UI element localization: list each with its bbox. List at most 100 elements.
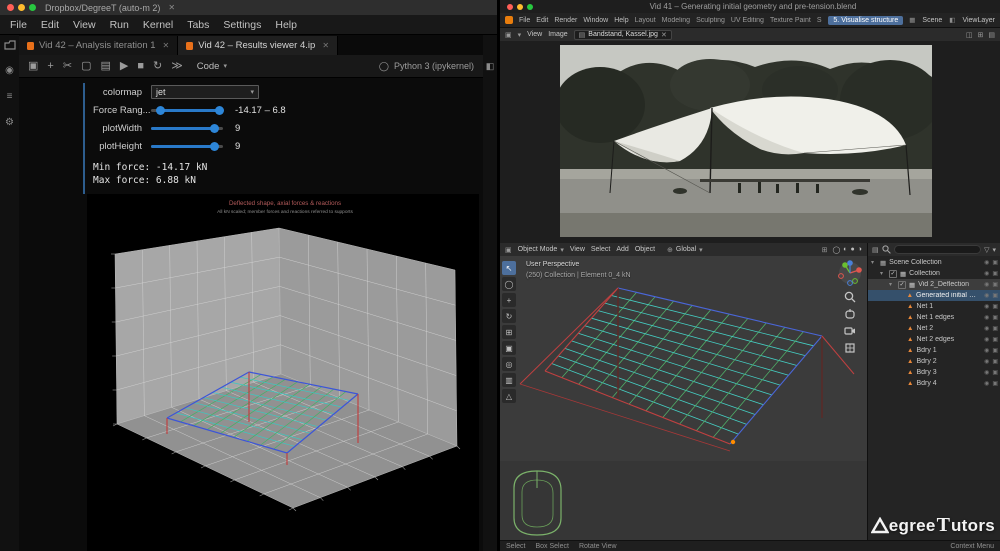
scene-selector[interactable]: Scene xyxy=(922,17,942,24)
hide-in-viewport-icon[interactable]: ◉ xyxy=(984,303,989,310)
transform-tool-icon[interactable]: ▣ xyxy=(502,341,516,355)
add-primitive-tool-icon[interactable]: △ xyxy=(502,389,516,403)
disclosure-icon[interactable]: ▾ xyxy=(889,281,895,288)
active-cell[interactable]: colormap jet ▾ Force Rang... -14.17 – 6.8 plo… xyxy=(83,83,483,194)
outliner-search-input[interactable] xyxy=(893,245,982,254)
rendered-shading-icon[interactable]: ◑ xyxy=(858,246,862,253)
hide-in-viewport-icon[interactable]: ◉ xyxy=(984,358,989,365)
table-of-contents-icon[interactable]: ≡ xyxy=(7,91,13,102)
file-browser-icon[interactable] xyxy=(3,40,16,50)
menu-item-settings[interactable]: Settings xyxy=(223,19,261,31)
hide-in-viewport-icon[interactable]: ◉ xyxy=(984,369,989,376)
outliner-row[interactable]: ▲ Bdry 4 ◉ ▣ xyxy=(868,378,1000,389)
menu-item-view[interactable]: View xyxy=(527,31,542,38)
disclosure-icon[interactable]: ▾ xyxy=(871,259,877,266)
close-icon[interactable]: ✕ xyxy=(168,3,175,12)
hide-in-viewport-icon[interactable]: ◉ xyxy=(984,314,989,321)
workspace-tab[interactable]: UV Editing xyxy=(731,17,764,24)
slider-handle[interactable] xyxy=(210,141,220,151)
slider-handle[interactable] xyxy=(155,105,165,115)
close-icon[interactable]: ✕ xyxy=(661,31,667,39)
hide-in-viewport-icon[interactable]: ◉ xyxy=(984,292,989,299)
options-icon[interactable]: ▾ xyxy=(992,246,996,254)
add-cell-icon[interactable]: + xyxy=(47,60,53,72)
editor-type-icon[interactable]: ▣ xyxy=(505,246,512,254)
move-view-icon[interactable] xyxy=(844,308,856,320)
menu-item-window[interactable]: Window xyxy=(583,17,608,24)
hide-in-viewport-icon[interactable]: ◉ xyxy=(984,336,989,343)
disable-in-render-icon[interactable]: ▣ xyxy=(992,336,998,343)
blender-logo-icon[interactable] xyxy=(505,16,513,24)
editor-type-icon[interactable]: ▤ xyxy=(872,246,879,254)
disable-in-render-icon[interactable]: ▣ xyxy=(992,358,998,365)
disable-in-render-icon[interactable]: ▣ xyxy=(992,281,998,288)
close-icon[interactable]: ✕ xyxy=(163,41,170,50)
cell-type-dropdown[interactable]: Code ▾ xyxy=(192,60,232,73)
solid-shading-icon[interactable]: ◐ xyxy=(843,246,847,253)
menu-item-select[interactable]: Select xyxy=(591,246,610,253)
disable-in-render-icon[interactable]: ▣ xyxy=(992,380,998,387)
options-icon[interactable]: ▤ xyxy=(988,31,995,39)
hide-in-viewport-icon[interactable]: ◉ xyxy=(984,270,989,277)
notebook-tab[interactable]: Vid 42 – Results viewer 4.ip ✕ xyxy=(178,36,339,55)
menu-item-image[interactable]: Image xyxy=(548,31,567,38)
orientation-dropdown[interactable]: ⊕ Global ▾ xyxy=(667,246,703,254)
filter-icon[interactable]: ▽ xyxy=(984,246,989,254)
rotate-tool-icon[interactable]: ↻ xyxy=(502,309,516,323)
restart-kernel-icon[interactable]: ↻ xyxy=(153,60,162,72)
slider-handle[interactable] xyxy=(214,105,224,115)
zoom-window-icon[interactable] xyxy=(29,4,36,11)
disable-in-render-icon[interactable]: ▣ xyxy=(992,325,998,332)
menu-item-object[interactable]: Object xyxy=(635,246,655,253)
menu-item-add[interactable]: Add xyxy=(616,246,628,253)
menu-item-file[interactable]: File xyxy=(10,19,27,31)
viewlayer-selector[interactable]: ViewLayer xyxy=(962,17,995,24)
disable-in-render-icon[interactable]: ▣ xyxy=(992,369,998,376)
workspace-tab[interactable]: Texture Paint xyxy=(770,17,811,24)
plotwidth-slider[interactable] xyxy=(151,123,223,133)
outliner-row[interactable]: ▲ Net 1 ◉ ▣ xyxy=(868,301,1000,312)
menu-item-tabs[interactable]: Tabs xyxy=(187,19,209,31)
minimize-window-icon[interactable] xyxy=(517,3,523,10)
outliner-row[interactable]: ▲ Bdry 2 ◉ ▣ xyxy=(868,356,1000,367)
kernel-indicator[interactable]: ◯ Python 3 (ipykernel) xyxy=(379,61,474,72)
zoom-icon[interactable] xyxy=(844,291,856,303)
close-window-icon[interactable] xyxy=(7,4,14,11)
checkbox-icon[interactable]: ✓ xyxy=(898,280,906,289)
hide-in-viewport-icon[interactable]: ◉ xyxy=(984,380,989,387)
restart-run-all-icon[interactable]: ≫ xyxy=(171,60,183,72)
menu-item-view[interactable]: View xyxy=(73,19,96,31)
outliner-row[interactable]: ▲ Bdry 3 ◉ ▣ xyxy=(868,367,1000,378)
outliner-row[interactable]: ▲ Bdry 1 ◉ ▣ xyxy=(868,345,1000,356)
scale-tool-icon[interactable]: ⊞ xyxy=(502,325,516,339)
stop-kernel-icon[interactable]: ■ xyxy=(137,60,144,72)
workspace-tab[interactable]: Shading xyxy=(817,17,823,24)
material-shading-icon[interactable]: ● xyxy=(851,246,855,253)
hide-in-viewport-icon[interactable]: ◉ xyxy=(984,347,989,354)
slider-handle[interactable] xyxy=(210,123,220,133)
disable-in-render-icon[interactable]: ▣ xyxy=(992,347,998,354)
camera-view-icon[interactable] xyxy=(844,325,856,337)
pin-icon[interactable]: ◫ xyxy=(966,31,973,39)
hide-in-viewport-icon[interactable]: ◉ xyxy=(984,281,989,288)
outliner-row[interactable]: ▾ ✓ ▦ Vid 2_Deflection ◉ ▣ xyxy=(868,279,1000,290)
notebook-tab[interactable]: Vid 42 – Analysis iteration 1 ✕ xyxy=(19,36,179,55)
disable-in-render-icon[interactable]: ▣ xyxy=(992,292,998,299)
run-cell-icon[interactable]: ▶ xyxy=(120,60,128,72)
outliner-row[interactable]: ▾ ✓ ▦ Collection ◉ ▣ xyxy=(868,268,1000,279)
save-icon[interactable]: ▣ xyxy=(28,60,38,72)
cut-cells-icon[interactable]: ✂ xyxy=(63,60,72,72)
move-tool-icon[interactable]: + xyxy=(502,293,516,307)
hide-in-viewport-icon[interactable]: ◉ xyxy=(984,325,989,332)
window-controls[interactable] xyxy=(0,4,43,11)
disable-in-render-icon[interactable]: ▣ xyxy=(992,303,998,310)
menu-item-render[interactable]: Render xyxy=(554,17,577,24)
close-icon[interactable]: ✕ xyxy=(322,41,329,50)
wireframe-shading-icon[interactable]: ◯ xyxy=(832,246,840,254)
measure-tool-icon[interactable]: ▥ xyxy=(502,373,516,387)
disclosure-icon[interactable]: ▾ xyxy=(880,270,886,277)
outliner-row[interactable]: ▲ Generated initial mesh ◉ ▣ xyxy=(868,290,1000,301)
menu-item-file[interactable]: File xyxy=(519,17,530,24)
annotate-tool-icon[interactable]: ◎ xyxy=(502,357,516,371)
viewport-body[interactable]: User Perspective (250) Collection | Elem… xyxy=(500,256,867,540)
